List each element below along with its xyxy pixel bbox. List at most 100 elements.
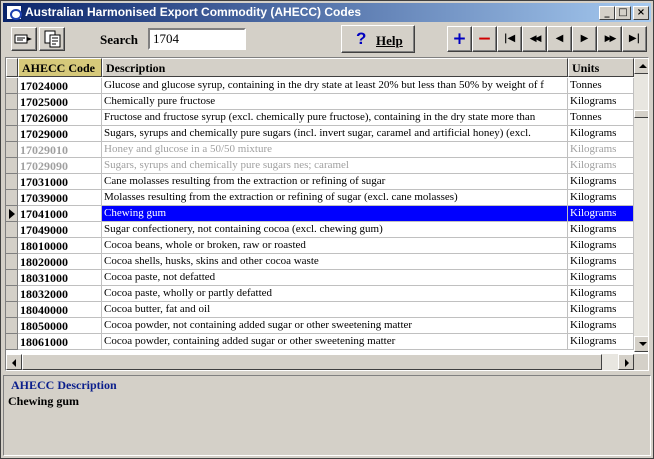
code-cell[interactable]: 18040000 <box>18 302 102 318</box>
code-cell[interactable]: 17029000 <box>18 126 102 142</box>
table-row[interactable]: 18010000 Cocoa beans, whole or broken, ra… <box>6 238 634 254</box>
next-record-button[interactable]: ▶ <box>572 26 597 52</box>
code-cell[interactable]: 18010000 <box>18 238 102 254</box>
description-cell[interactable]: Cocoa paste, not defatted <box>102 270 568 286</box>
row-indicator[interactable] <box>6 158 18 174</box>
maximize-button[interactable]: □ <box>615 6 631 20</box>
table-row[interactable]: 18020000 Cocoa shells, husks, skins and o… <box>6 254 634 270</box>
vertical-scrollbar[interactable] <box>634 58 648 352</box>
units-cell[interactable]: Kilograms <box>568 254 634 270</box>
vertical-scroll-thumb[interactable] <box>634 110 648 118</box>
units-cell[interactable]: Kilograms <box>568 126 634 142</box>
table-row[interactable]: 17024000 Glucose and glucose syrup, conta… <box>6 78 634 94</box>
units-cell[interactable]: Tonnes <box>568 110 634 126</box>
code-cell[interactable]: 17049000 <box>18 222 102 238</box>
description-cell[interactable]: Chewing gum <box>102 206 568 222</box>
description-cell[interactable]: Glucose and glucose syrup, containing in… <box>102 78 568 94</box>
units-cell[interactable]: Kilograms <box>568 286 634 302</box>
units-cell[interactable]: Kilograms <box>568 94 634 110</box>
app-icon[interactable] <box>6 5 22 20</box>
description-cell[interactable]: Molasses resulting from the extraction o… <box>102 190 568 206</box>
table-row[interactable]: 18040000 Cocoa butter, fat and oil Kilogra… <box>6 302 634 318</box>
code-cell[interactable]: 17029090 <box>18 158 102 174</box>
code-cell[interactable]: 17029010 <box>18 142 102 158</box>
table-row[interactable]: 17026000 Fructose and fructose syrup (exc… <box>6 110 634 126</box>
table-row[interactable]: 17029010 Honey and glucose in a 50/50 mix… <box>6 142 634 158</box>
commodity-grid[interactable]: AHECC Code Description Units 17024000 Glu… <box>5 57 649 371</box>
row-indicator[interactable] <box>6 286 18 302</box>
description-cell[interactable]: Honey and glucose in a 50/50 mixture <box>102 142 568 158</box>
table-row[interactable]: 18050000 Cocoa powder, not containing add… <box>6 318 634 334</box>
select-code-button[interactable] <box>11 27 37 51</box>
help-button[interactable]: ? Help <box>341 25 415 53</box>
scroll-right-button[interactable] <box>618 354 634 370</box>
description-cell[interactable]: Chemically pure fructose <box>102 94 568 110</box>
row-indicator[interactable] <box>6 174 18 190</box>
copy-code-button[interactable] <box>39 27 65 51</box>
table-row[interactable]: 18061000 Cocoa powder, containing added s… <box>6 334 634 350</box>
row-indicator[interactable] <box>6 142 18 158</box>
description-cell[interactable]: Cocoa powder, not containing added sugar… <box>102 318 568 334</box>
units-cell[interactable]: Kilograms <box>568 238 634 254</box>
row-indicator[interactable] <box>6 302 18 318</box>
scroll-left-button[interactable] <box>6 354 22 370</box>
units-cell[interactable]: Kilograms <box>568 270 634 286</box>
row-indicator[interactable] <box>6 238 18 254</box>
table-row[interactable]: 18031000 Cocoa paste, not defatted Kilogra… <box>6 270 634 286</box>
table-row[interactable]: 17041000 Chewing gum Kilograms <box>6 206 634 222</box>
last-record-button[interactable]: ▶| <box>622 26 647 52</box>
code-cell[interactable]: 18050000 <box>18 318 102 334</box>
search-input[interactable] <box>148 28 246 50</box>
minimize-button[interactable]: _ <box>599 6 615 20</box>
code-cell[interactable]: 17031000 <box>18 174 102 190</box>
units-cell[interactable]: Kilograms <box>568 302 634 318</box>
description-cell[interactable]: Sugars, syrups and chemically pure sugar… <box>102 126 568 142</box>
code-cell[interactable]: 17024000 <box>18 78 102 94</box>
scroll-down-button[interactable] <box>634 336 648 352</box>
row-indicator[interactable] <box>6 318 18 334</box>
row-indicator[interactable] <box>6 78 18 94</box>
code-cell[interactable]: 18032000 <box>18 286 102 302</box>
row-indicator[interactable] <box>6 254 18 270</box>
column-header-units[interactable]: Units <box>568 58 634 77</box>
code-cell[interactable]: 17039000 <box>18 190 102 206</box>
description-cell[interactable]: Sugars, syrups and chemically pure sugar… <box>102 158 568 174</box>
first-record-button[interactable]: |◀ <box>497 26 522 52</box>
prior-record-button[interactable]: ◀ <box>547 26 572 52</box>
description-cell[interactable]: Cocoa paste, wholly or partly defatted <box>102 286 568 302</box>
row-indicator[interactable] <box>6 270 18 286</box>
table-row[interactable]: 17031000 Cane molasses resulting from the… <box>6 174 634 190</box>
next-page-button[interactable]: ▶▶ <box>597 26 622 52</box>
description-cell[interactable]: Sugar confectionery, not containing coco… <box>102 222 568 238</box>
table-row[interactable]: 17029090 Sugars, syrups and chemically pu… <box>6 158 634 174</box>
table-row[interactable]: 17039000 Molasses resulting from the extr… <box>6 190 634 206</box>
title-bar[interactable]: Australian Harmonised Export Commodity (… <box>3 3 651 22</box>
add-record-button[interactable]: + <box>447 26 472 52</box>
prior-page-button[interactable]: ◀◀ <box>522 26 547 52</box>
row-indicator[interactable] <box>6 222 18 238</box>
horizontal-scroll-thumb[interactable] <box>22 354 602 370</box>
column-header-code[interactable]: AHECC Code <box>18 58 102 77</box>
row-indicator[interactable] <box>6 206 18 222</box>
scroll-up-button[interactable] <box>634 58 648 74</box>
row-indicator[interactable] <box>6 190 18 206</box>
column-header-description[interactable]: Description <box>102 58 568 77</box>
description-cell[interactable]: Cocoa butter, fat and oil <box>102 302 568 318</box>
units-cell[interactable]: Kilograms <box>568 206 634 222</box>
description-cell[interactable]: Cocoa beans, whole or broken, raw or roa… <box>102 238 568 254</box>
row-indicator[interactable] <box>6 126 18 142</box>
description-cell[interactable]: Fructose and fructose syrup (excl. chemi… <box>102 110 568 126</box>
code-cell[interactable]: 17026000 <box>18 110 102 126</box>
code-cell[interactable]: 18031000 <box>18 270 102 286</box>
code-cell[interactable]: 17041000 <box>18 206 102 222</box>
delete-record-button[interactable]: − <box>472 26 497 52</box>
description-cell[interactable]: Cocoa shells, husks, skins and other coc… <box>102 254 568 270</box>
code-cell[interactable]: 18061000 <box>18 334 102 350</box>
units-cell[interactable]: Kilograms <box>568 334 634 350</box>
table-row[interactable]: 17029000 Sugars, syrups and chemically pu… <box>6 126 634 142</box>
units-cell[interactable]: Kilograms <box>568 318 634 334</box>
row-indicator[interactable] <box>6 334 18 350</box>
units-cell[interactable]: Kilograms <box>568 222 634 238</box>
row-indicator[interactable] <box>6 110 18 126</box>
description-cell[interactable]: Cocoa powder, containing added sugar or … <box>102 334 568 350</box>
